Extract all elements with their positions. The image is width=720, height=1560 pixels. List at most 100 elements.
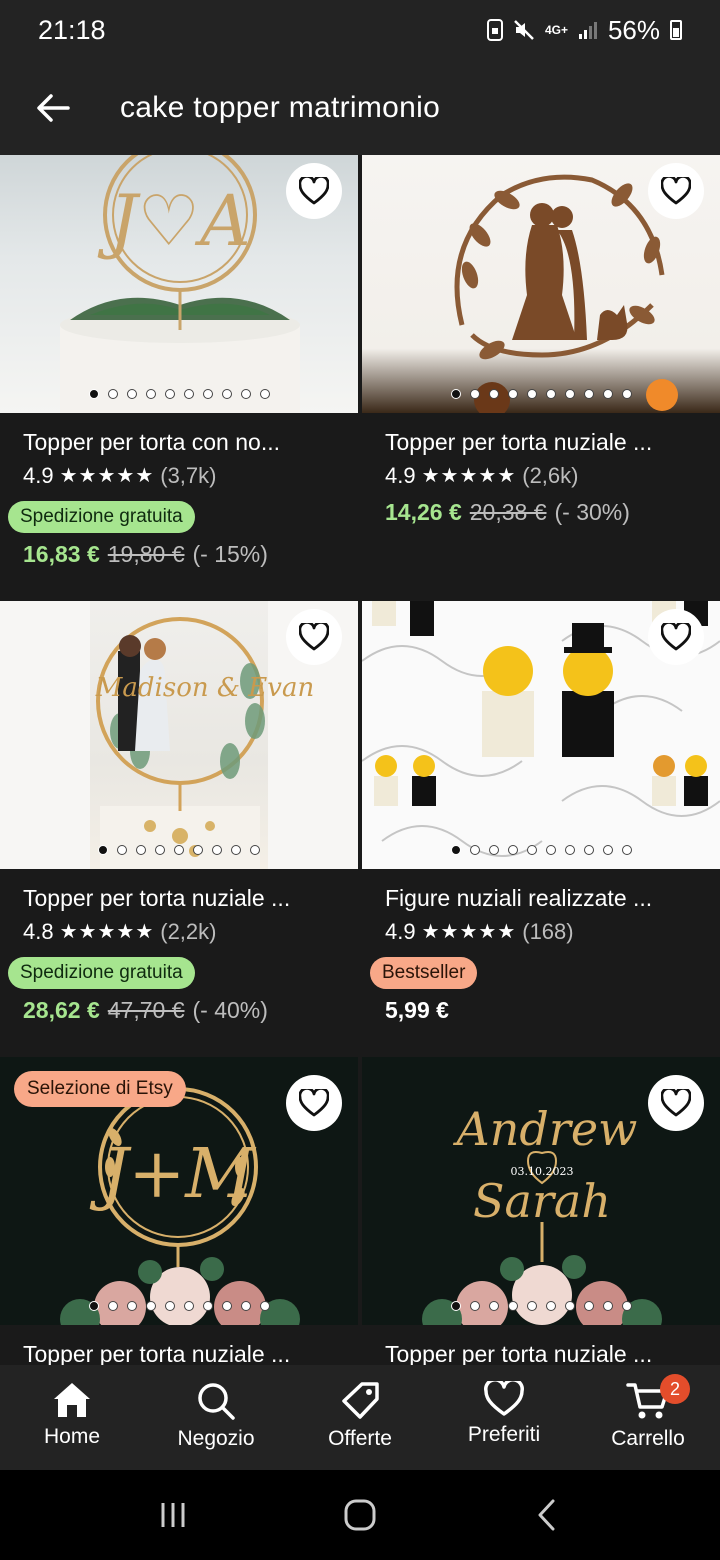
etsy-pick-badge: Selezione di Etsy <box>14 1071 186 1107</box>
carousel-dot <box>450 389 461 399</box>
product-card[interactable]: Figure nuziali realizzate ... 4.9 ★★★★★ … <box>362 601 720 1047</box>
product-image[interactable]: J+M Selezione di Etsy <box>0 1057 358 1325</box>
carousel-dot <box>583 389 594 399</box>
carousel-dot <box>507 389 518 399</box>
home-system-button[interactable] <box>330 1485 390 1545</box>
carousel-dot <box>126 389 137 399</box>
favorite-button[interactable] <box>286 609 342 665</box>
discount: (- 40%) <box>192 997 268 1023</box>
free-shipping-badge: Spedizione gratuita <box>8 501 195 533</box>
lock-icon <box>486 19 503 41</box>
heart-icon <box>661 623 691 651</box>
product-title[interactable]: Topper per torta nuziale ... <box>385 1339 705 1365</box>
carousel-dot <box>583 845 594 855</box>
nav-shop[interactable]: Negozio <box>144 1365 288 1470</box>
carousel-dot <box>583 1301 594 1311</box>
carousel-dot <box>469 845 480 855</box>
product-card[interactable]: Andrew 03.10.2023 Sarah Topper per torta… <box>362 1057 720 1365</box>
product-card[interactable]: J+M Selezione di Etsy Topper per torta n… <box>0 1057 358 1365</box>
product-info: Topper per torta con no... 4.9 ★★★★★ (3,… <box>0 413 358 601</box>
signal-icon <box>578 20 598 40</box>
favorite-button[interactable] <box>648 1075 704 1131</box>
carousel-dot <box>507 845 518 855</box>
carousel-dot <box>259 1301 270 1311</box>
carousel-dot <box>164 1301 175 1311</box>
image-text-bottom: Sarah <box>473 1174 611 1228</box>
image-text: Madison & Evan <box>95 673 314 703</box>
carousel-dot <box>526 845 537 855</box>
search-query[interactable]: cake topper matrimonio <box>120 91 440 125</box>
product-card[interactable]: Madison & Evan Topper per torta nuziale … <box>0 601 358 1047</box>
product-title[interactable]: Topper per torta nuziale ... <box>23 1339 343 1365</box>
review-count: (2,2k) <box>160 919 217 944</box>
carousel-dot <box>88 389 99 399</box>
carousel-dot <box>174 845 184 855</box>
carousel-dot <box>221 1301 232 1311</box>
mute-icon <box>513 19 535 41</box>
product-title[interactable]: Topper per torta nuziale ... <box>385 427 705 457</box>
nav-home[interactable]: Home <box>0 1365 144 1470</box>
carousel-dot <box>526 389 537 399</box>
carousel-dot <box>488 389 499 399</box>
product-grid: J♡A Topper per torta con no... 4.9 ★★★★★… <box>0 155 720 1365</box>
price-row: 14,26 € 20,38 € (- 30%) <box>385 497 720 527</box>
star-icons: ★★★★★ <box>421 921 517 943</box>
nav-label-favorites: Preferiti <box>467 1423 541 1446</box>
carousel-dot <box>145 389 156 399</box>
carousel-dot <box>602 845 613 855</box>
network-type: 4G+ <box>544 23 568 37</box>
back-arrow-icon <box>37 93 70 122</box>
image-carousel-dots <box>362 1301 720 1311</box>
product-card[interactable]: J♡A Topper per torta con no... 4.9 ★★★★★… <box>0 155 358 601</box>
image-carousel-dots <box>362 845 720 855</box>
product-title[interactable]: Topper per torta nuziale ... <box>23 883 343 913</box>
carousel-dot <box>240 389 251 399</box>
heart-icon <box>299 1089 329 1117</box>
favorite-button[interactable] <box>648 609 704 665</box>
favorite-button[interactable] <box>648 163 704 219</box>
product-image[interactable] <box>362 601 720 869</box>
product-title[interactable]: Topper per torta con no... <box>23 427 343 457</box>
price-row: 16,83 € 19,80 € (- 15%) <box>23 539 358 569</box>
nav-favorites[interactable]: Preferiti <box>432 1365 576 1470</box>
price-row: 5,99 € <box>385 995 720 1025</box>
recent-apps-button[interactable] <box>143 1485 203 1545</box>
status-bar: 21:18 4G+ 56% <box>0 0 720 60</box>
review-count: (3,7k) <box>160 463 217 488</box>
product-info: Topper per torta nuziale ... <box>362 1325 720 1365</box>
carousel-dot <box>145 1301 156 1311</box>
tag-icon <box>342 1382 379 1419</box>
product-card[interactable]: Topper per torta nuziale ... 4.9 ★★★★★ (… <box>362 155 720 601</box>
back-system-button[interactable] <box>517 1485 577 1545</box>
rating-value: 4.9 <box>385 919 416 944</box>
nav-offers[interactable]: Offerte <box>288 1365 432 1470</box>
nav-cart[interactable]: 2 Carrello <box>576 1365 720 1470</box>
product-image[interactable] <box>362 155 720 413</box>
carousel-dot <box>545 845 556 855</box>
favorite-button[interactable] <box>286 1075 342 1131</box>
carousel-dot <box>469 1301 480 1311</box>
carousel-dot <box>212 845 222 855</box>
svg-text:J♡A: J♡A <box>97 180 250 262</box>
discount: (- 30%) <box>554 499 630 525</box>
status-time: 21:18 <box>38 14 106 45</box>
carousel-dot <box>526 1301 537 1311</box>
favorite-button[interactable] <box>286 163 342 219</box>
carousel-dot <box>183 389 194 399</box>
carousel-dot <box>193 845 203 855</box>
product-image[interactable]: J♡A <box>0 155 358 413</box>
free-shipping-badge: Spedizione gratuita <box>8 957 195 989</box>
back-button[interactable] <box>0 60 106 155</box>
product-rating: 4.9 ★★★★★ (168) <box>385 917 720 947</box>
product-title[interactable]: Figure nuziali realizzate ... <box>385 883 705 913</box>
current-price: 28,62 € <box>23 997 100 1023</box>
product-image[interactable]: Andrew 03.10.2023 Sarah <box>362 1057 720 1325</box>
image-carousel-dots <box>0 845 358 855</box>
carousel-dot <box>98 845 108 855</box>
carousel-dot <box>602 389 613 399</box>
review-count: (168) <box>522 919 574 944</box>
carousel-dot <box>231 845 241 855</box>
product-image[interactable]: Madison & Evan <box>0 601 358 869</box>
nav-label-cart: Carrello <box>611 1427 685 1450</box>
system-nav-bar <box>0 1470 720 1560</box>
